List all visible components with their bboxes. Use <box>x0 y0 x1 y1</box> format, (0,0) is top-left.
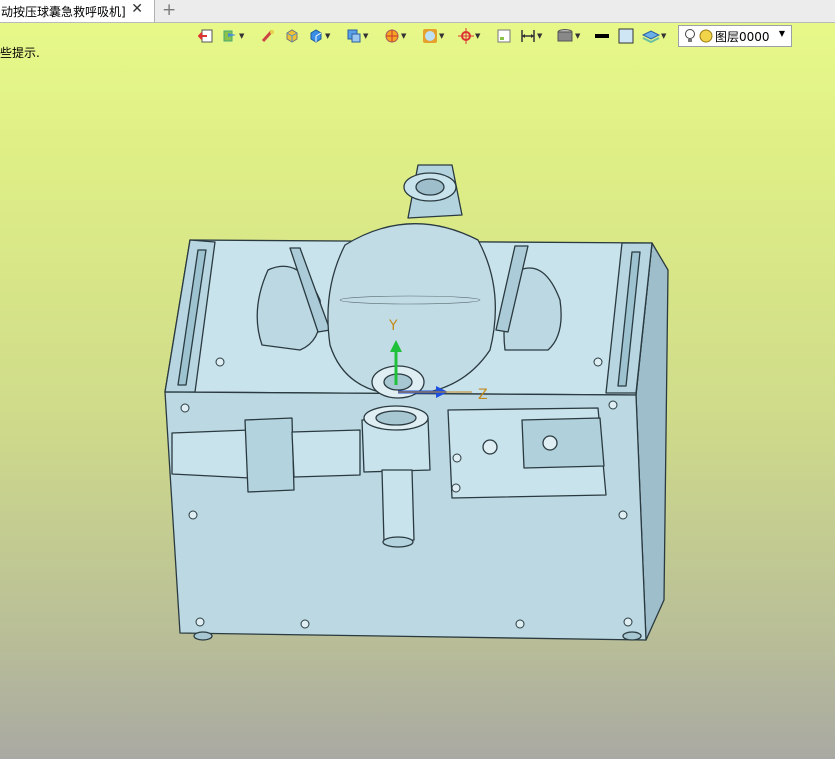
model-viewport[interactable]: Y Z <box>0 22 835 759</box>
axis-y-label: Y <box>388 318 398 334</box>
tab-bar: 动按压球囊急救呼吸机] ✕ + <box>0 0 835 23</box>
close-icon[interactable]: ✕ <box>131 1 143 17</box>
left-pipe <box>171 429 251 479</box>
down-pipe <box>381 469 415 543</box>
tab-title: 动按压球囊急救呼吸机] <box>1 4 126 19</box>
control-panel <box>521 417 605 469</box>
plus-icon[interactable]: + <box>162 0 176 20</box>
ventilator-model <box>164 164 669 641</box>
document-tab[interactable]: 动按压球囊急救呼吸机] ✕ <box>0 0 155 22</box>
axis-z-label: Z <box>478 387 488 403</box>
